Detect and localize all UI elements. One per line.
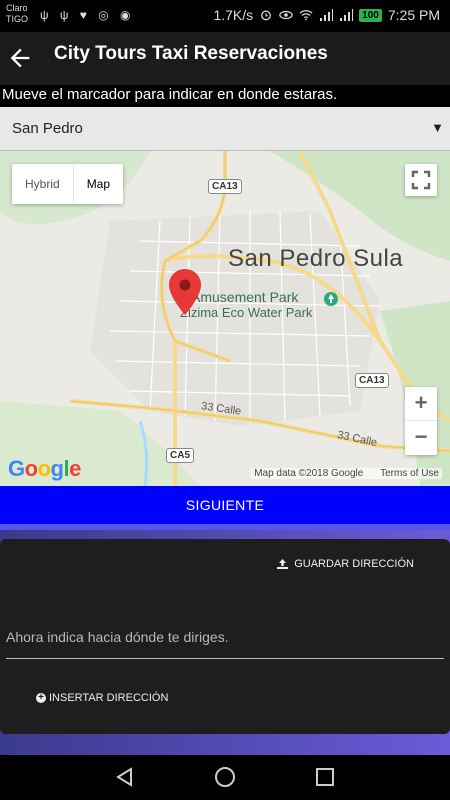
signal-icon-2 [340, 9, 354, 21]
address-panel: GUARDAR DIRECCIÓN + INSERTAR DIRECCIÓN [0, 530, 450, 755]
nav-recents-icon[interactable] [314, 766, 336, 788]
fullscreen-icon [411, 170, 431, 190]
map-view[interactable]: Hybrid Map CA13 CA13 CA5 San Pedro Sula … [0, 151, 450, 486]
dropdown-arrow-icon: ▼ [431, 120, 444, 135]
save-address-button[interactable]: GUARDAR DIRECCIÓN [277, 558, 414, 570]
zoom-out-button[interactable]: − [405, 421, 437, 455]
map-type-map[interactable]: Map [72, 164, 123, 204]
location-pin-icon[interactable] [169, 269, 201, 315]
upload-icon [277, 559, 289, 569]
zoom-control: + − [405, 387, 437, 455]
save-address-label: GUARDAR DIRECCIÓN [294, 558, 414, 570]
map-data-label: Map data ©2018 Google [254, 468, 364, 479]
signal-icon [320, 9, 334, 21]
carrier-name-2: TIGO [6, 14, 28, 24]
route-shield: CA13 [208, 179, 242, 194]
carrier-name-1: Claro [6, 3, 28, 13]
map-attribution: Map data ©2018 Google Terms of Use [251, 468, 442, 479]
terms-link[interactable]: Terms of Use [380, 468, 439, 479]
page-title: City Tours Taxi Reservaciones [54, 43, 328, 64]
insert-address-label: INSERTAR DIRECCIÓN [49, 692, 169, 704]
map-type-hybrid[interactable]: Hybrid [12, 164, 73, 204]
status-bar: Claro TIGO ψ ψ ♥ ◎ ◉ 1.7K/s 100 7:25 PM [0, 0, 450, 32]
zoom-in-button[interactable]: + [405, 387, 437, 421]
location-select[interactable]: San Pedro ▼ [0, 107, 450, 151]
next-button[interactable]: SIGUIENTE [0, 486, 450, 530]
city-label: San Pedro Sula [228, 245, 404, 272]
add-circle-icon: + [36, 693, 46, 703]
wifi-icon [299, 10, 313, 21]
fullscreen-button[interactable] [405, 164, 437, 196]
nav-home-icon[interactable] [214, 766, 236, 788]
poi-label: Amusement Park [191, 289, 299, 305]
location-select-value: San Pedro [12, 120, 83, 137]
carrier-label: Claro TIGO [6, 3, 28, 25]
system-nav-bar [0, 755, 450, 800]
app-bar: City Tours Taxi Reservaciones [0, 32, 450, 84]
destination-input[interactable] [6, 615, 444, 659]
clock: 7:25 PM [387, 7, 440, 23]
battery-icon: 100 [359, 8, 382, 22]
eye-icon [279, 10, 293, 20]
insert-address-button[interactable]: + INSERTAR DIRECCIÓN [36, 692, 168, 704]
arrow-left-icon[interactable] [6, 44, 34, 72]
alarm-icon [261, 10, 272, 21]
route-shield: CA5 [166, 448, 195, 463]
instruction-text: Mueve el marcador para indicar en donde … [0, 85, 450, 107]
net-speed: 1.7K/s [213, 7, 254, 23]
google-logo: Google [8, 456, 81, 481]
status-right-group: 1.7K/s 100 7:25 PM [213, 7, 440, 23]
map-type-control: Hybrid Map [12, 164, 124, 204]
nav-back-icon[interactable] [114, 766, 136, 788]
park-icon [324, 292, 338, 306]
notification-icons: ψ ψ ♥ ◎ ◉ [40, 8, 135, 22]
address-card: GUARDAR DIRECCIÓN + INSERTAR DIRECCIÓN [0, 539, 450, 734]
route-shield: CA13 [355, 373, 389, 388]
